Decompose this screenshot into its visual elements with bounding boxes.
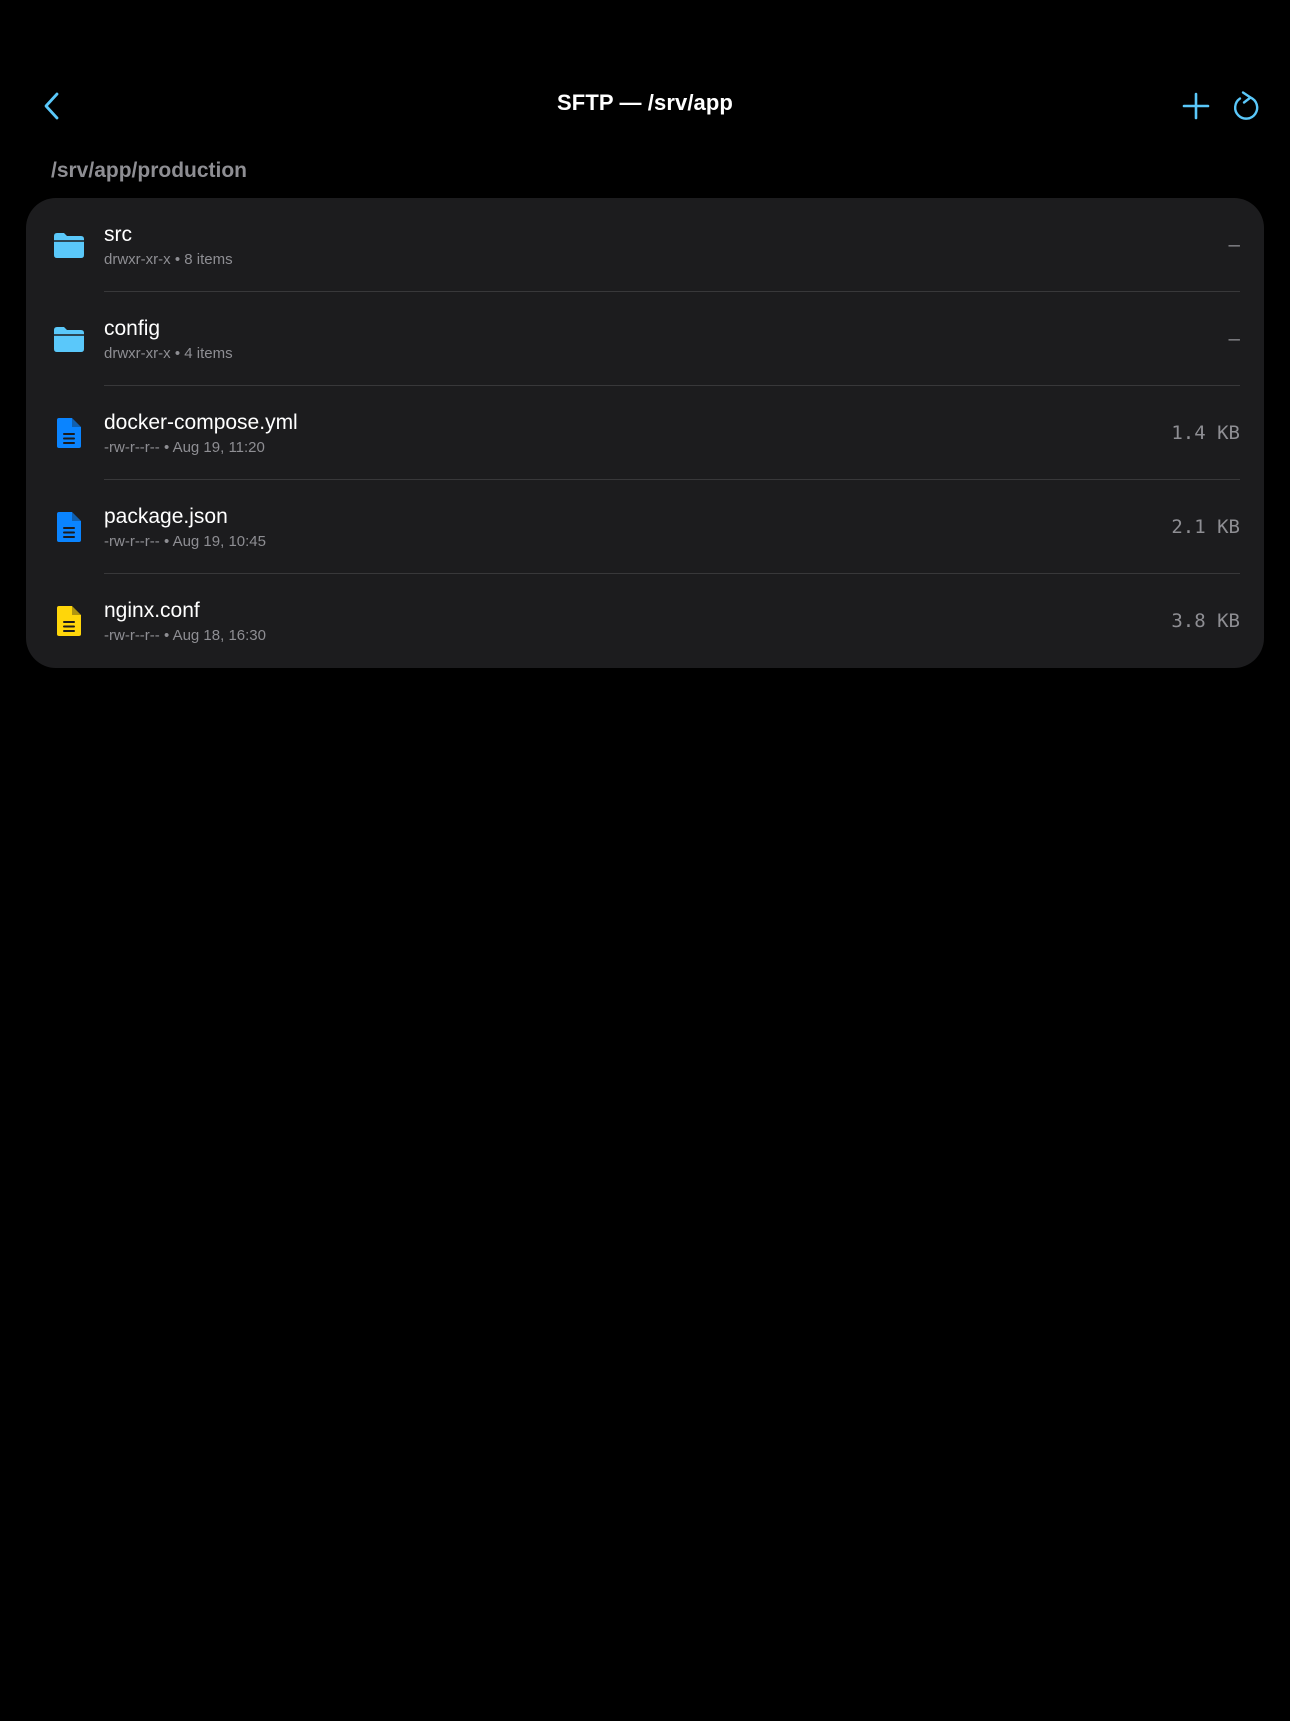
file-detail: Aug 19, 10:45 <box>172 533 266 550</box>
file-size: – <box>1228 328 1240 350</box>
folder-icon <box>52 228 86 262</box>
current-path-header: /srv/app/production <box>51 159 248 182</box>
file-permissions: drwxr-xr-x <box>104 251 171 268</box>
file-meta: -rw-r--r-- • Aug 19, 10:45 <box>104 533 266 550</box>
file-size: 3.8 KB <box>1171 610 1240 632</box>
file-name: nginx.conf <box>104 599 200 622</box>
refresh-button[interactable] <box>1228 88 1264 124</box>
list-item[interactable]: config drwxr-xr-x • 4 items – <box>26 292 1264 386</box>
navigation-bar: SFTP — /srv/app <box>0 76 1290 136</box>
folder-icon <box>52 322 86 356</box>
file-size: – <box>1228 234 1240 256</box>
list-item[interactable]: package.json -rw-r--r-- • Aug 19, 10:45 … <box>26 480 1264 574</box>
file-name: config <box>104 317 161 340</box>
page-title: SFTP — /srv/app <box>557 90 733 115</box>
file-name: src <box>104 223 132 246</box>
file-meta: -rw-r--r-- • Aug 19, 11:20 <box>104 439 265 456</box>
refresh-icon <box>1233 91 1259 120</box>
file-meta: drwxr-xr-x • 4 items <box>104 345 233 362</box>
file-permissions: drwxr-xr-x <box>104 345 171 362</box>
file-detail: Aug 19, 11:20 <box>172 439 265 456</box>
file-permissions: -rw-r--r-- <box>104 439 160 456</box>
file-name: package.json <box>104 505 228 528</box>
add-button[interactable] <box>1178 88 1214 124</box>
file-size: 2.1 KB <box>1171 516 1240 538</box>
file-permissions: -rw-r--r-- <box>104 533 160 550</box>
list-item[interactable]: docker-compose.yml -rw-r--r-- • Aug 19, … <box>26 386 1264 480</box>
list-item[interactable]: src drwxr-xr-x • 8 items – <box>26 198 1264 292</box>
file-name: docker-compose.yml <box>104 411 298 434</box>
file-meta: -rw-r--r-- • Aug 18, 16:30 <box>104 627 266 644</box>
file-detail: 4 items <box>184 345 233 362</box>
list-item[interactable]: nginx.conf -rw-r--r-- • Aug 18, 16:30 3.… <box>26 574 1264 668</box>
document-icon <box>52 604 86 638</box>
document-icon <box>52 510 86 544</box>
file-permissions: -rw-r--r-- <box>104 627 160 644</box>
document-icon <box>52 416 86 450</box>
file-detail: Aug 18, 16:30 <box>172 627 266 644</box>
file-detail: 8 items <box>184 251 233 268</box>
file-meta: drwxr-xr-x • 8 items <box>104 251 233 268</box>
plus-icon <box>1182 92 1210 120</box>
file-list: src drwxr-xr-x • 8 items – config drwxr-… <box>26 198 1264 668</box>
file-size: 1.4 KB <box>1171 422 1240 444</box>
